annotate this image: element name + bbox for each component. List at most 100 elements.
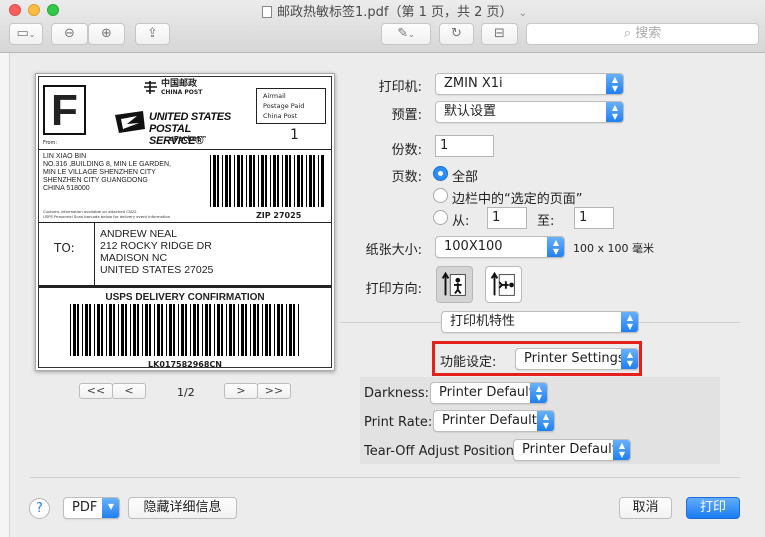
barcode-bar	[106, 304, 107, 356]
preset-select[interactable]: 默认设置 ▲ ▼	[435, 101, 624, 123]
china-post-en: CHINA POST	[161, 89, 203, 96]
orientation-label: 打印方向:	[365, 282, 422, 297]
chevron-down-icon: ⌄	[408, 30, 415, 39]
next-page-button[interactable]: >	[224, 383, 258, 399]
airmail-box: Airmail Postage Paid China Post	[256, 88, 326, 124]
tear-off-select[interactable]: Printer Default ▲ ▼	[513, 439, 631, 461]
paper-dimensions: 100 x 100 毫米	[573, 242, 654, 255]
zoom-in-button[interactable]: ⊕	[88, 23, 125, 45]
barcode-bar	[321, 155, 324, 207]
barcode-bar	[173, 304, 175, 356]
barcode-bar	[193, 304, 196, 356]
pages-to-input[interactable]: 1	[574, 207, 614, 229]
barcode-bar	[234, 155, 235, 207]
epacket-mark: ePacket™	[169, 135, 208, 143]
minimize-window-button[interactable]	[28, 4, 40, 16]
barcode-bar	[281, 304, 283, 356]
pages-all-label: 全部	[452, 170, 479, 185]
chevron-down-icon: ▼	[102, 498, 119, 518]
china-post-cn: 中国邮政	[161, 79, 198, 89]
cancel-button[interactable]: 取消	[619, 497, 672, 519]
barcode-bar	[265, 155, 267, 207]
pages-range-radio[interactable]	[433, 210, 448, 225]
printer-features-select[interactable]: 打印机特性 ▲ ▼	[441, 311, 639, 333]
barcode-bar	[277, 155, 279, 207]
footer-separator	[30, 477, 740, 478]
label-preview: F From: 中国邮政 CHINA POST UNITED STATES POS…	[35, 73, 335, 371]
barcode-bar	[130, 304, 131, 356]
barcode-bar	[294, 155, 295, 207]
pages-selected-label: 边栏中的“选定的页面”	[452, 192, 583, 207]
barcode-bar	[101, 304, 103, 356]
barcode-bar	[142, 304, 143, 356]
updown-chevron-icon: ▲ ▼	[606, 102, 623, 122]
first-page-button[interactable]: <<	[79, 383, 113, 399]
barcode-bar	[145, 304, 148, 356]
window-title: 邮政热敏标签1.pdf（第 1 页，共 2 页） ⌄	[262, 1, 527, 20]
barcode-bar	[257, 304, 259, 356]
barcode-bar	[289, 304, 292, 356]
customs-note: Customs information available on attache…	[43, 209, 171, 219]
barcode-bar	[210, 155, 211, 207]
share-button[interactable]: ⇪	[135, 23, 170, 45]
zoom-out-button[interactable]: ⊖	[51, 23, 88, 45]
barcode-bar	[265, 304, 268, 356]
barcode-bar	[289, 155, 291, 207]
label-border: F From: 中国邮政 CHINA POST UNITED STATES POS…	[38, 76, 332, 369]
barcode-bar	[274, 304, 275, 356]
barcode-bar	[306, 155, 307, 207]
pages-from-input[interactable]: 1	[487, 207, 527, 229]
print-button[interactable]: 打印	[686, 497, 740, 519]
barcode-bar	[118, 304, 119, 356]
barcode-bar	[125, 304, 127, 356]
barcode-bar	[113, 304, 115, 356]
darkness-select[interactable]: Printer Default ▲ ▼	[430, 382, 548, 404]
from-label: From:	[43, 140, 58, 146]
zip-barcode	[210, 155, 324, 207]
rotate-button[interactable]: ↻	[439, 23, 474, 45]
landscape-icon	[490, 271, 515, 296]
search-icon: ⌕	[623, 26, 636, 41]
hide-details-button[interactable]: 隐藏详细信息	[128, 497, 237, 519]
updown-chevron-icon: ▲ ▼	[606, 74, 623, 94]
barcode-bar	[269, 304, 271, 356]
sort-letter: F	[43, 85, 86, 135]
barcode-bar	[97, 304, 100, 356]
barcode-bar	[249, 155, 252, 207]
barcode-bar	[237, 155, 240, 207]
printer-select[interactable]: ZMIN X1i ▲ ▼	[435, 73, 624, 95]
help-button[interactable]: ?	[29, 498, 50, 519]
copies-input[interactable]: 1	[435, 135, 494, 157]
feature-set-select[interactable]: Printer Settings ▲ ▼	[515, 348, 639, 370]
last-page-button[interactable]: >>	[257, 383, 291, 399]
pages-all-radio[interactable]	[433, 166, 448, 181]
toolbox-icon: ⊟	[494, 26, 505, 41]
china-post-logo: 中国邮政 CHINA POST	[143, 80, 202, 97]
barcode-bar	[229, 304, 232, 356]
pdf-menu-button[interactable]: PDF ▼	[63, 497, 120, 519]
barcode-bar	[298, 304, 299, 356]
markup-button[interactable]: ✎⌄	[381, 23, 431, 45]
search-field[interactable]: ⌕ 搜索	[526, 23, 759, 45]
chevron-down-icon[interactable]: ⌄	[519, 8, 527, 19]
barcode-bar	[85, 304, 88, 356]
zoom-in-icon: ⊕	[101, 26, 112, 41]
portrait-icon	[441, 271, 466, 296]
print-rate-select[interactable]: Printer Default ▲ ▼	[433, 410, 555, 432]
paper-size-select[interactable]: 100X100 ▲ ▼	[435, 236, 565, 258]
sidebar-icon: ▭	[16, 26, 29, 41]
prev-page-button[interactable]: <	[112, 383, 146, 399]
maximize-window-button[interactable]	[47, 4, 59, 16]
sidebar-toggle-button[interactable]: ▭⌄	[9, 23, 43, 45]
close-window-button[interactable]	[9, 4, 21, 16]
barcode-bar	[313, 155, 315, 207]
barcode-bar	[293, 304, 295, 356]
portrait-orientation-button[interactable]	[436, 266, 473, 303]
barcode-bar	[82, 304, 83, 356]
barcode-bar	[262, 304, 263, 356]
toolbox-button[interactable]: ⊟	[481, 23, 518, 45]
barcode-bar	[149, 304, 151, 356]
pages-selected-radio[interactable]	[433, 188, 448, 203]
landscape-orientation-button[interactable]	[485, 266, 522, 303]
barcode-bar	[166, 304, 167, 356]
